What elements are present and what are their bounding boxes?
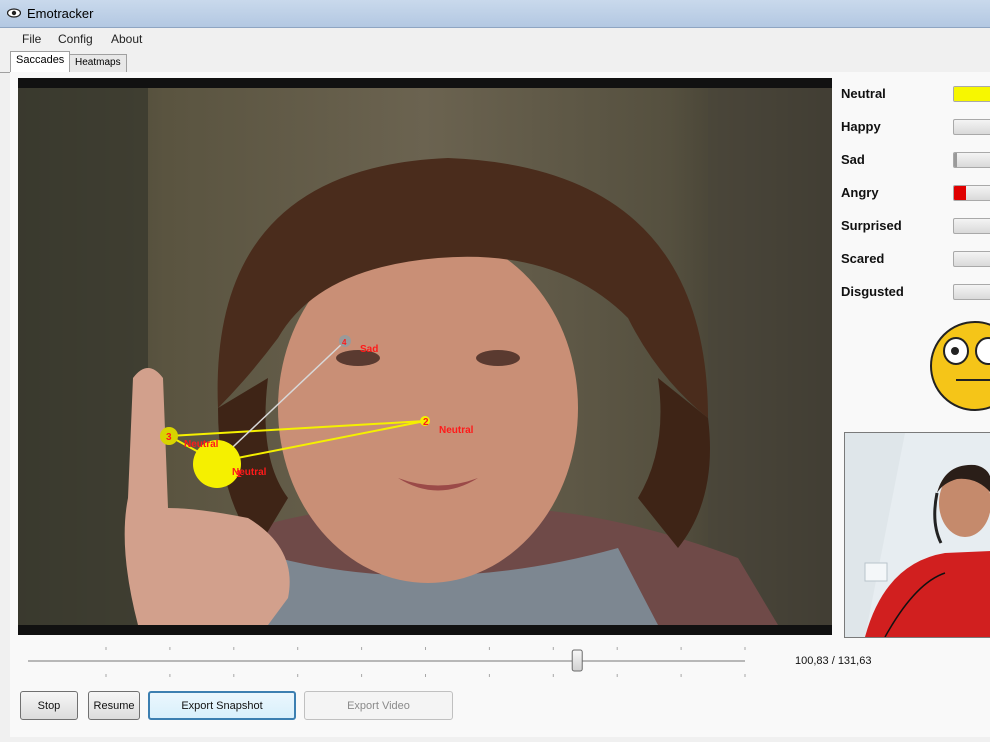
- emotion-bar: [953, 119, 990, 135]
- fixation-number: 4: [342, 338, 347, 347]
- menu-bar: File Config About: [0, 28, 990, 50]
- webcam-preview: [844, 432, 990, 638]
- emotion-row-disgusted: Disgusted: [841, 282, 990, 302]
- fixation-number: 3: [166, 432, 172, 443]
- emotion-label: Scared: [841, 251, 885, 266]
- emotion-bar: [953, 251, 990, 267]
- emotion-label: Neutral: [841, 86, 886, 101]
- emotion-row-neutral: Neutral: [841, 84, 990, 104]
- playback-slider[interactable]: [24, 647, 749, 677]
- fixation-label: Neutral: [184, 439, 219, 450]
- app-window: Emotracker File Config About Saccades He…: [0, 0, 990, 742]
- video-player[interactable]: 1 Neutral 2 Neutral 3 Neutral 4 Sad: [18, 78, 832, 635]
- emotion-row-scared: Scared: [841, 249, 990, 269]
- tab-strip: Saccades Heatmaps: [0, 51, 990, 73]
- emotion-fill: [954, 153, 957, 167]
- emotion-row-happy: Happy: [841, 117, 990, 137]
- neutral-face-icon: [930, 321, 990, 411]
- emotion-label: Sad: [841, 152, 865, 167]
- emotion-row-sad: Sad: [841, 150, 990, 170]
- fixation-label: Neutral: [232, 467, 267, 478]
- stop-button[interactable]: Stop: [20, 691, 78, 720]
- emotion-label: Angry: [841, 185, 879, 200]
- emotion-fill: [954, 87, 990, 101]
- menu-about[interactable]: About: [111, 32, 142, 46]
- saccade-line: [216, 340, 346, 463]
- emotion-bar: [953, 185, 990, 201]
- emotion-fill: [954, 186, 966, 200]
- saccade-overlay: 1 Neutral 2 Neutral 3 Neutral 4 Sad: [160, 335, 474, 488]
- title-bar[interactable]: Emotracker: [0, 0, 990, 28]
- emotion-bar: [953, 284, 990, 300]
- fixation-label: Sad: [360, 344, 378, 355]
- emotion-label: Happy: [841, 119, 881, 134]
- webcam-scene: [845, 433, 990, 637]
- emotion-row-surprised: Surprised: [841, 216, 990, 236]
- fixation-label: Neutral: [439, 425, 474, 436]
- emotion-label: Disgusted: [841, 284, 904, 299]
- emotion-label: Surprised: [841, 218, 902, 233]
- emotion-row-angry: Angry: [841, 183, 990, 203]
- resume-button[interactable]: Resume: [88, 691, 140, 720]
- emotion-bar: [953, 86, 990, 102]
- menu-config[interactable]: Config: [58, 32, 93, 46]
- eye-icon: [7, 8, 21, 18]
- export-video-button[interactable]: Export Video: [304, 691, 453, 720]
- emotion-bar: [953, 152, 990, 168]
- emotion-bar: [953, 218, 990, 234]
- tab-saccades[interactable]: Saccades: [10, 51, 71, 72]
- time-readout: 100,83 / 131,63: [795, 655, 872, 667]
- window-title: Emotracker: [27, 6, 94, 21]
- tab-heatmaps[interactable]: Heatmaps: [69, 54, 127, 72]
- slider-thumb[interactable]: [571, 649, 583, 672]
- fixation-number: 2: [423, 417, 429, 428]
- export-snapshot-button[interactable]: Export Snapshot: [148, 691, 296, 720]
- menu-file[interactable]: File: [22, 32, 41, 46]
